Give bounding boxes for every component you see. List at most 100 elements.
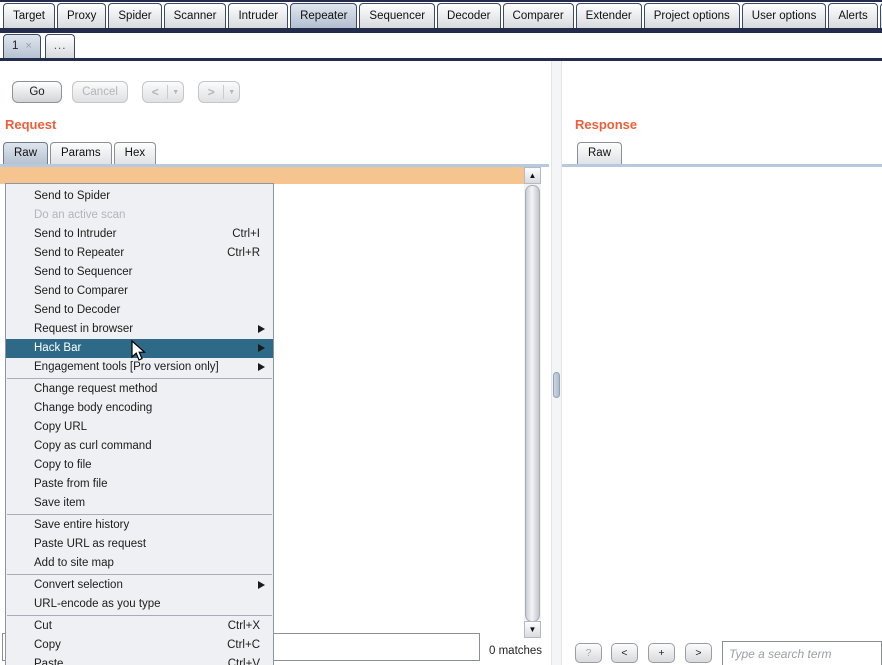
- menu-item-label: Send to Spider: [34, 190, 110, 202]
- tab-bar-divider: [0, 28, 882, 33]
- submenu-arrow-icon: [258, 325, 265, 333]
- go-button[interactable]: Go: [12, 81, 62, 103]
- menu-item-copy-url[interactable]: Copy URL: [6, 418, 273, 437]
- close-tab-icon[interactable]: ×: [25, 40, 31, 52]
- menu-item-copy-as-curl-command[interactable]: Copy as curl command: [6, 437, 273, 456]
- repeater-tab-more[interactable]: ...: [45, 34, 76, 58]
- prev-icon: <: [143, 85, 167, 99]
- menu-item-label: Send to Decoder: [34, 304, 120, 316]
- main-tab-proxy[interactable]: Proxy: [57, 3, 106, 28]
- menu-item-label: Paste from file: [34, 478, 108, 490]
- menu-separator: [7, 615, 272, 616]
- menu-item-label: Engagement tools [Pro version only]: [34, 361, 219, 373]
- menu-item-label: Request in browser: [34, 323, 133, 335]
- menu-item-save-item[interactable]: Save item: [6, 494, 273, 513]
- menu-item-save-entire-history[interactable]: Save entire history: [6, 516, 273, 535]
- menu-item-label: Paste URL as request: [34, 538, 146, 550]
- response-search-prev-button[interactable]: <: [611, 643, 638, 663]
- scroll-up-icon[interactable]: ▲: [524, 167, 541, 184]
- top-border: [0, 0, 882, 2]
- response-editor-tabs: Raw: [577, 142, 622, 164]
- response-tab-underline: [562, 164, 882, 167]
- menu-item-change-request-method[interactable]: Change request method: [6, 380, 273, 399]
- main-tab-alerts[interactable]: Alerts: [828, 3, 877, 28]
- main-tab-comparer[interactable]: Comparer: [503, 3, 574, 28]
- splitter-handle[interactable]: [553, 372, 560, 398]
- next-icon: >: [199, 85, 223, 99]
- prev-request-button: < ▼: [142, 81, 184, 103]
- main-tab-target[interactable]: Target: [3, 3, 55, 28]
- scrollbar-thumb[interactable]: [525, 185, 540, 622]
- menu-item-send-to-decoder[interactable]: Send to Decoder: [6, 301, 273, 320]
- request-scrollbar[interactable]: ▲ ▼: [524, 167, 541, 638]
- menu-item-send-to-repeater[interactable]: Send to Repeater Ctrl+R: [6, 244, 273, 263]
- menu-item-label: Send to Repeater: [34, 247, 124, 259]
- next-request-button: > ▼: [198, 81, 240, 103]
- menu-item-label: Copy as curl command: [34, 440, 152, 452]
- menu-item-convert-selection[interactable]: Convert selection: [6, 576, 273, 595]
- menu-item-label: Save item: [34, 497, 85, 509]
- menu-item-label: Send to Sequencer: [34, 266, 132, 278]
- menu-item-copy-to-file[interactable]: Copy to file: [6, 456, 273, 475]
- menu-item-label: Convert selection: [34, 579, 123, 591]
- menu-item-copy[interactable]: CopyCtrl+C: [6, 636, 273, 655]
- menu-item-shortcut: Ctrl+C: [227, 636, 260, 655]
- main-tab-sequencer[interactable]: Sequencer: [359, 3, 435, 28]
- menu-item-send-to-intruder[interactable]: Send to IntruderCtrl+I: [6, 225, 273, 244]
- chevron-down-icon: ▼: [168, 89, 183, 96]
- repeater-tab-1-label: 1: [12, 40, 18, 52]
- request-tab-raw[interactable]: Raw: [3, 142, 48, 164]
- menu-item-cut[interactable]: CutCtrl+X: [6, 617, 273, 636]
- menu-item-request-in-browser[interactable]: Request in browser: [6, 320, 273, 339]
- response-search-add-button[interactable]: +: [648, 643, 675, 663]
- menu-item-send-to-sequencer[interactable]: Send to Sequencer: [6, 263, 273, 282]
- main-tab-project-options[interactable]: Project options: [644, 3, 740, 28]
- menu-item-send-to-spider[interactable]: Send to Spider: [6, 187, 273, 206]
- mouse-cursor-icon: [131, 340, 147, 362]
- response-search-next-button[interactable]: >: [685, 643, 712, 663]
- selected-request-line[interactable]: [0, 167, 524, 184]
- main-tab-repeater[interactable]: Repeater: [290, 3, 357, 28]
- response-search-input[interactable]: [722, 641, 882, 665]
- main-tab-decoder[interactable]: Decoder: [437, 3, 500, 28]
- panel-splitter[interactable]: [551, 61, 562, 665]
- request-tab-hex[interactable]: Hex: [114, 142, 156, 164]
- chevron-down-icon: ▼: [224, 89, 239, 96]
- menu-item-change-body-encoding[interactable]: Change body encoding: [6, 399, 273, 418]
- request-tab-params[interactable]: Params: [50, 142, 112, 164]
- menu-item-label: Copy URL: [34, 421, 87, 433]
- menu-item-paste-url-as-request[interactable]: Paste URL as request: [6, 535, 273, 554]
- submenu-arrow-icon: [258, 581, 265, 589]
- request-editor-tabs: RawParamsHex: [3, 142, 156, 164]
- request-title: Request: [5, 117, 56, 132]
- menu-item-label: Copy to file: [34, 459, 92, 471]
- main-tab-user-options[interactable]: User options: [742, 3, 827, 28]
- menu-item-add-to-site-map[interactable]: Add to site map: [6, 554, 273, 573]
- menu-item-label: Send to Comparer: [34, 285, 128, 297]
- menu-item-label: Change body encoding: [34, 402, 152, 414]
- cancel-button: Cancel: [72, 81, 128, 103]
- burp-suite-window: TargetProxySpiderScannerIntruderRepeater…: [0, 0, 882, 665]
- menu-item-shortcut: Ctrl+R: [227, 244, 260, 263]
- response-tab-raw[interactable]: Raw: [577, 142, 622, 164]
- menu-item-url-encode-as-you-type[interactable]: URL-encode as you type: [6, 595, 273, 614]
- menu-item-shortcut: Ctrl+V: [228, 655, 260, 665]
- menu-item-label: Add to site map: [34, 557, 114, 569]
- main-tab-intruder[interactable]: Intruder: [228, 3, 288, 28]
- menu-item-paste[interactable]: Paste Ctrl+V: [6, 655, 273, 665]
- main-tab-extender[interactable]: Extender: [576, 3, 642, 28]
- submenu-arrow-icon: [258, 344, 265, 352]
- main-tab-spider[interactable]: Spider: [108, 3, 161, 28]
- scroll-down-icon[interactable]: ▼: [524, 621, 541, 638]
- menu-item-label: Do an active scan: [34, 209, 125, 221]
- response-search-help-button: ?: [575, 643, 602, 663]
- menu-item-shortcut: Ctrl+I: [232, 225, 260, 244]
- menu-separator: [7, 378, 272, 379]
- main-tab-scanner[interactable]: Scanner: [164, 3, 227, 28]
- menu-item-paste-from-file[interactable]: Paste from file: [6, 475, 273, 494]
- menu-item-send-to-comparer[interactable]: Send to Comparer: [6, 282, 273, 301]
- repeater-tab-1[interactable]: 1×: [3, 34, 41, 58]
- menu-item-label: Paste: [34, 658, 63, 665]
- main-tab-bar: TargetProxySpiderScannerIntruderRepeater…: [3, 3, 882, 28]
- submenu-arrow-icon: [258, 363, 265, 371]
